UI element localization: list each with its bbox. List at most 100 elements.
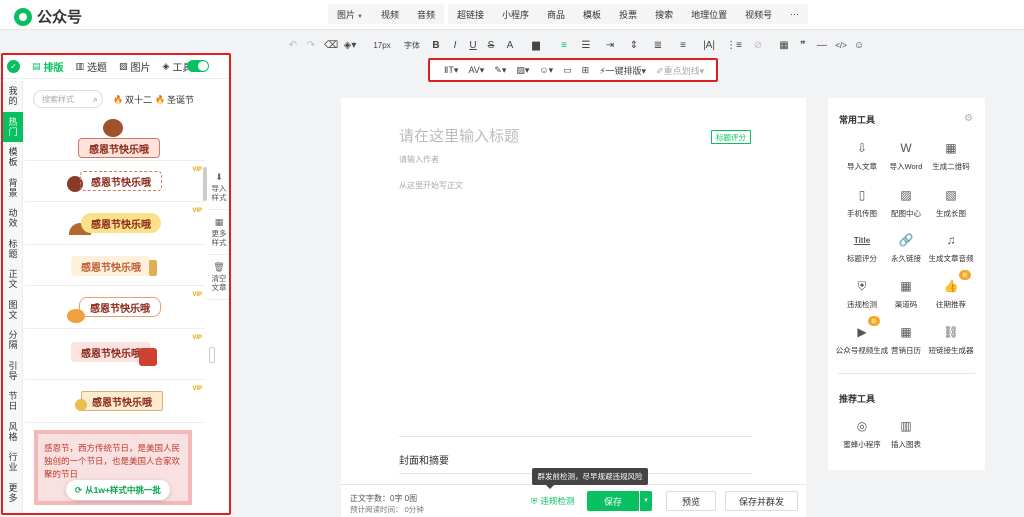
violation-check-link[interactable]: ⛨ 违规检测 xyxy=(531,495,574,507)
sidebar-item-style[interactable]: 风格 xyxy=(3,417,23,448)
insert-template-button[interactable]: 模板 xyxy=(574,8,610,21)
sidebar-item-title[interactable]: 标题 xyxy=(3,234,23,265)
save-button[interactable]: 保存 xyxy=(587,491,639,511)
import-style-button[interactable]: ⬇ 导入 样式 xyxy=(208,165,229,210)
insert-channels-button[interactable]: 视频号 xyxy=(736,8,781,21)
list-icon[interactable]: ⋮≡ xyxy=(726,36,742,54)
chevron-down-icon[interactable]: ▼ xyxy=(640,491,652,511)
font-color-button[interactable]: A xyxy=(503,36,517,54)
sidebar-item-more[interactable]: 更多 xyxy=(3,478,23,509)
underline-button[interactable]: U xyxy=(467,36,479,54)
tool-long-image[interactable]: ▧ 生成长图 xyxy=(924,187,978,227)
tool-article-audio[interactable]: ♫ 生成文章音频 xyxy=(924,232,978,272)
title-input[interactable] xyxy=(399,128,699,145)
app-logo[interactable]: 公众号 xyxy=(14,6,82,27)
undo-icon[interactable]: ↶ xyxy=(286,36,300,54)
tool-generate-qrcode[interactable]: ▦ 生成二维码 xyxy=(924,140,978,180)
search-icon[interactable]: ⌕ xyxy=(93,94,98,105)
sticker-icon[interactable]: ☺▾ xyxy=(539,65,553,76)
sidebar-item-image-text[interactable]: 图文 xyxy=(3,295,23,326)
panel-toggle[interactable] xyxy=(187,60,209,72)
template-card[interactable]: VIP 感恩节快乐哦 xyxy=(25,203,205,245)
style-search-input[interactable] xyxy=(42,94,88,104)
one-click-layout-button[interactable]: ⚡一键排版▾ xyxy=(599,64,646,77)
tab-image[interactable]: ▧ 图片 xyxy=(119,59,151,74)
toolbox-icon[interactable]: ⊞ xyxy=(582,65,590,76)
sidebar-item-animation[interactable]: 动效 xyxy=(3,203,23,234)
more-styles-button[interactable]: ▦ 更多 样式 xyxy=(208,210,229,255)
divider-icon[interactable]: — xyxy=(815,36,829,54)
fill-color-icon[interactable]: ◈▾ xyxy=(342,36,358,54)
clear-format-icon[interactable]: ⊘ xyxy=(750,36,766,54)
line-height-icon[interactable]: ⇕ xyxy=(626,36,642,54)
paragraph-style-icon[interactable]: ⅡT▾ xyxy=(444,65,458,76)
magic-wand-icon[interactable]: ✎▾ xyxy=(494,65,506,76)
align-left-icon[interactable]: ≡ xyxy=(556,36,572,54)
tool-insert-chart[interactable]: ▥ 插入图表 xyxy=(879,418,933,458)
scrollbar[interactable] xyxy=(203,167,207,201)
image-style-icon[interactable]: ▨▾ xyxy=(516,65,529,76)
highlight-line-button[interactable]: ✐重点划线▾ xyxy=(656,64,704,77)
template-card[interactable]: 感恩节快乐哦 xyxy=(25,117,205,161)
background-color-icon[interactable]: ▆ xyxy=(528,36,544,54)
indent-icon[interactable]: ⇥ xyxy=(602,36,618,54)
body-editor[interactable]: 从这里开始写正文 xyxy=(399,180,463,191)
format-painter-icon[interactable]: ⌫ xyxy=(324,36,338,54)
insert-product-button[interactable]: 商品 xyxy=(538,8,574,21)
text-justify-icon[interactable]: ≡ xyxy=(675,36,691,54)
tab-layout[interactable]: ▤ 排版 xyxy=(32,59,64,74)
bold-button[interactable]: B xyxy=(430,36,442,54)
template-card[interactable]: VIP 感恩节快乐哦 xyxy=(25,287,205,329)
panel-drag-handle[interactable] xyxy=(209,347,215,363)
insert-search-button[interactable]: 搜索 xyxy=(646,8,682,21)
sidebar-item-hot[interactable]: 热门 xyxy=(3,111,23,142)
template-card[interactable]: VIP 感恩节快乐哦 xyxy=(25,162,205,202)
insert-miniprogram-button[interactable]: 小程序 xyxy=(493,8,538,21)
template-card[interactable]: 感恩节快乐哦 xyxy=(25,246,205,286)
insert-location-button[interactable]: 地理位置 xyxy=(682,8,736,21)
strikethrough-button[interactable]: S xyxy=(485,36,497,54)
sidebar-item-festival[interactable]: 节日 xyxy=(3,386,23,417)
template-card[interactable]: VIP 感恩节快乐哦 xyxy=(25,330,205,380)
font-size-select[interactable]: 17px xyxy=(370,36,394,54)
save-publish-button[interactable]: 保存并群发 xyxy=(725,491,798,511)
clear-article-button[interactable]: 🗑 清空 文章 xyxy=(208,255,229,300)
italic-button[interactable]: I xyxy=(449,36,461,54)
sidebar-item-industry[interactable]: 行业 xyxy=(3,447,23,478)
emoji-icon[interactable]: ☺ xyxy=(852,36,866,54)
cover-summary-label[interactable]: 封面和摘要 xyxy=(399,452,449,467)
sidebar-item-guide[interactable]: 引导 xyxy=(3,356,23,387)
title-score-button[interactable]: 标题评分 xyxy=(711,130,751,144)
paragraph-spacing-icon[interactable]: ≣ xyxy=(650,36,666,54)
align-center-icon[interactable]: ☰ xyxy=(578,36,594,54)
letter-spacing-icon[interactable]: |A| xyxy=(700,36,718,54)
redo-icon[interactable]: ↷ xyxy=(304,36,318,54)
hot-tag-double12[interactable]: 🔥 双十二 xyxy=(113,93,152,106)
tab-topic[interactable]: ▥ 选题 xyxy=(76,59,108,74)
sidebar-item-body[interactable]: 正文 xyxy=(3,264,23,295)
font-family-select[interactable]: 字体 xyxy=(399,36,425,54)
table-icon[interactable]: ▦ xyxy=(777,36,791,54)
insert-vote-button[interactable]: 投票 xyxy=(610,8,646,21)
author-input[interactable] xyxy=(399,155,599,164)
sidebar-item-divider[interactable]: 分隔 xyxy=(3,325,23,356)
tool-past-recommend[interactable]: 👍 往期推荐 xyxy=(924,278,978,318)
insert-image-button[interactable]: 图片 ▼ xyxy=(328,8,372,21)
tool-short-link[interactable]: ⛓ 短链接生成器 xyxy=(924,324,978,364)
code-icon[interactable]: </> xyxy=(833,36,849,54)
preview-button[interactable]: 预览 xyxy=(666,491,716,511)
quote-icon[interactable]: ❞ xyxy=(796,36,810,54)
html-icon[interactable]: ▭ xyxy=(563,65,572,76)
browse-more-styles-button[interactable]: ⟳ 从1w+样式中挑一批 xyxy=(66,480,170,500)
insert-video-button[interactable]: 视频 xyxy=(372,8,408,21)
hot-tag-christmas[interactable]: 🔥 圣诞节 xyxy=(155,93,194,106)
template-card[interactable]: VIP 感恩节快乐哦 xyxy=(25,381,205,423)
char-spacing-icon[interactable]: AV▾ xyxy=(468,65,484,76)
insert-hyperlink-button[interactable]: 超链接 xyxy=(448,8,493,21)
sidebar-item-background[interactable]: 背景 xyxy=(3,173,23,204)
sidebar-item-mine[interactable]: 我的 xyxy=(3,81,23,112)
sidebar-item-template[interactable]: 模板 xyxy=(3,142,23,173)
gear-icon[interactable]: ⚙ xyxy=(964,113,973,124)
more-insert-button[interactable]: ··· xyxy=(781,9,808,19)
insert-audio-button[interactable]: 音频 xyxy=(408,8,444,21)
